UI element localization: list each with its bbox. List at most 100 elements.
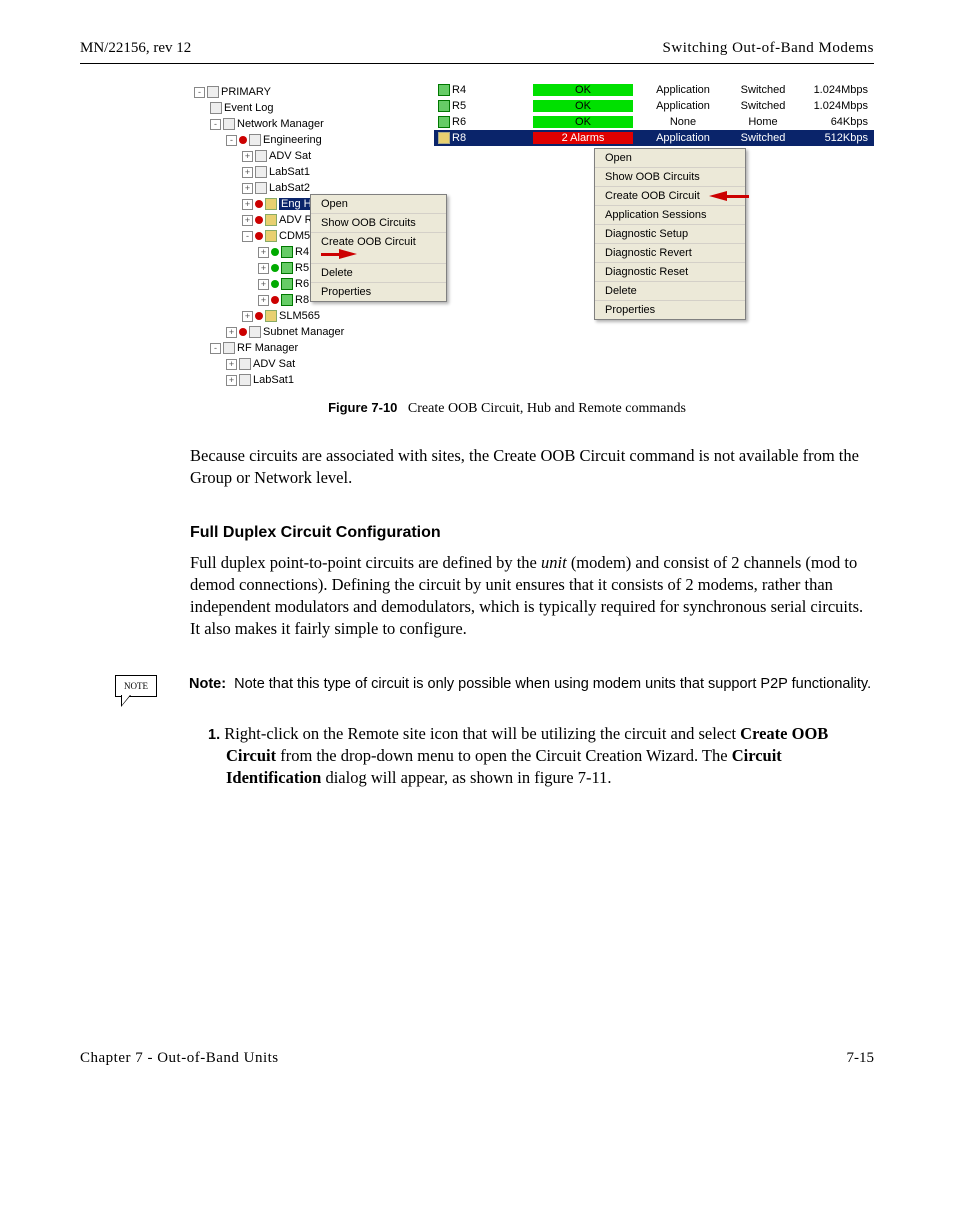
group-icon (249, 134, 261, 146)
note-flag-label: NOTE (115, 675, 157, 697)
menu-properties[interactable]: Properties (595, 301, 745, 319)
antenna-icon (255, 182, 267, 194)
cell-col5: 1.024Mbps (798, 84, 874, 96)
expand-icon[interactable]: + (242, 215, 253, 226)
note-text: Note that this type of circuit is only p… (234, 676, 871, 692)
folder-icon (207, 86, 219, 98)
arrow-left-icon (709, 191, 727, 201)
tree-rfmgr[interactable]: RF Manager (237, 342, 298, 354)
emphasis-unit: unit (541, 553, 567, 572)
menu-create-oob[interactable]: Create OOB Circuit (595, 187, 745, 206)
tree-labsat1[interactable]: LabSat1 (269, 166, 310, 178)
site-icon (265, 214, 277, 226)
figure-text: Create OOB Circuit, Hub and Remote comma… (408, 401, 686, 416)
status-dot-icon (255, 200, 263, 208)
rf-icon (223, 342, 235, 354)
arrow-line (727, 195, 749, 198)
tree-r8[interactable]: R8 (295, 294, 309, 306)
site-icon (265, 230, 277, 242)
menu-properties[interactable]: Properties (311, 283, 446, 301)
tree-engineering[interactable]: Engineering (263, 134, 322, 146)
site-icon (265, 198, 277, 210)
expand-icon[interactable]: + (242, 167, 253, 178)
menu-open[interactable]: Open (311, 195, 446, 214)
grid-view: R4 OK Application Switched 1.024Mbps R5 … (434, 82, 874, 146)
menu-app-sessions[interactable]: Application Sessions (595, 206, 745, 225)
menu-show-oob[interactable]: Show OOB Circuits (595, 168, 745, 187)
context-menu-right: Open Show OOB Circuits Create OOB Circui… (594, 148, 746, 320)
collapse-icon[interactable]: - (242, 231, 253, 242)
tree-labsat1b[interactable]: LabSat1 (253, 374, 294, 386)
header-left: MN/22156, rev 12 (80, 40, 191, 57)
cell-col5: 512Kbps (798, 132, 874, 144)
menu-diag-setup[interactable]: Diagnostic Setup (595, 225, 745, 244)
tree-primary[interactable]: PRIMARY (221, 86, 271, 98)
header-rule (80, 63, 874, 64)
menu-delete[interactable]: Delete (311, 264, 446, 283)
cell-col3: None (638, 116, 728, 128)
modem-icon (281, 278, 293, 290)
alarm-icon (438, 132, 450, 144)
table-row[interactable]: R6 OK None Home 64Kbps (434, 114, 874, 130)
status-dot-icon (239, 328, 247, 336)
tree-labsat2[interactable]: LabSat2 (269, 182, 310, 194)
status-dot-icon (255, 312, 263, 320)
collapse-icon[interactable]: - (210, 343, 221, 354)
expand-icon[interactable]: + (226, 359, 237, 370)
modem-icon (438, 116, 450, 128)
expand-icon[interactable]: + (242, 151, 253, 162)
expand-icon[interactable]: + (258, 247, 269, 258)
table-row-selected[interactable]: R8 2 Alarms Application Switched 512Kbps (434, 130, 874, 146)
menu-diag-revert[interactable]: Diagnostic Revert (595, 244, 745, 263)
expand-icon[interactable]: + (258, 295, 269, 306)
tree-eventlog[interactable]: Event Log (224, 102, 274, 114)
expand-icon[interactable]: + (226, 327, 237, 338)
expand-icon[interactable]: + (258, 279, 269, 290)
cell-col3: Application (638, 100, 728, 112)
step-1: 1. Right-click on the Remote site icon t… (208, 723, 874, 790)
status-dot-icon (271, 264, 279, 272)
cell-state: 2 Alarms (533, 132, 633, 144)
note-block: NOTE Note: Note that this type of circui… (115, 675, 874, 697)
figure-label: Figure 7-10 (328, 400, 397, 415)
tree-subnetmgr[interactable]: Subnet Manager (263, 326, 344, 338)
paragraph-1: Because circuits are associated with sit… (190, 445, 874, 490)
site-icon (265, 310, 277, 322)
collapse-icon[interactable]: - (210, 119, 221, 130)
tree-advsat2[interactable]: ADV Sat (253, 358, 295, 370)
paragraph-2: Full duplex point-to-point circuits are … (190, 552, 874, 641)
tree-slm565[interactable]: SLM565 (279, 310, 320, 322)
expand-icon[interactable]: + (242, 183, 253, 194)
menu-open[interactable]: Open (595, 149, 745, 168)
tree-r6[interactable]: R6 (295, 278, 309, 290)
cell-name: R8 (452, 132, 466, 144)
collapse-icon[interactable]: - (226, 135, 237, 146)
menu-diag-reset[interactable]: Diagnostic Reset (595, 263, 745, 282)
tree-r4[interactable]: R4 (295, 246, 309, 258)
header-right: Switching Out-of-Band Modems (663, 40, 874, 57)
expand-icon[interactable]: + (258, 263, 269, 274)
menu-create-oob[interactable]: Create OOB Circuit (311, 233, 446, 264)
table-row[interactable]: R4 OK Application Switched 1.024Mbps (434, 82, 874, 98)
tree-r5[interactable]: R5 (295, 262, 309, 274)
expand-icon[interactable]: + (242, 311, 253, 322)
cell-state: OK (533, 116, 633, 128)
figure-screenshot: -PRIMARY Event Log -Network Manager -Eng… (190, 82, 874, 390)
note-flag-icon: NOTE (115, 675, 161, 697)
table-row[interactable]: R5 OK Application Switched 1.024Mbps (434, 98, 874, 114)
cell-col5: 1.024Mbps (798, 100, 874, 112)
cell-name: R5 (452, 100, 466, 112)
cell-col4: Switched (728, 132, 798, 144)
antenna-icon (239, 358, 251, 370)
tree-netmgr[interactable]: Network Manager (237, 118, 324, 130)
antenna-icon (255, 166, 267, 178)
footer-right: 7-15 (847, 1050, 875, 1067)
menu-delete[interactable]: Delete (595, 282, 745, 301)
collapse-icon[interactable]: - (194, 87, 205, 98)
menu-show-oob[interactable]: Show OOB Circuits (311, 214, 446, 233)
expand-icon[interactable]: + (226, 375, 237, 386)
tree-advsat[interactable]: ADV Sat (269, 150, 311, 162)
expand-icon[interactable]: + (242, 199, 253, 210)
status-dot-icon (255, 232, 263, 240)
cell-col4: Switched (728, 84, 798, 96)
